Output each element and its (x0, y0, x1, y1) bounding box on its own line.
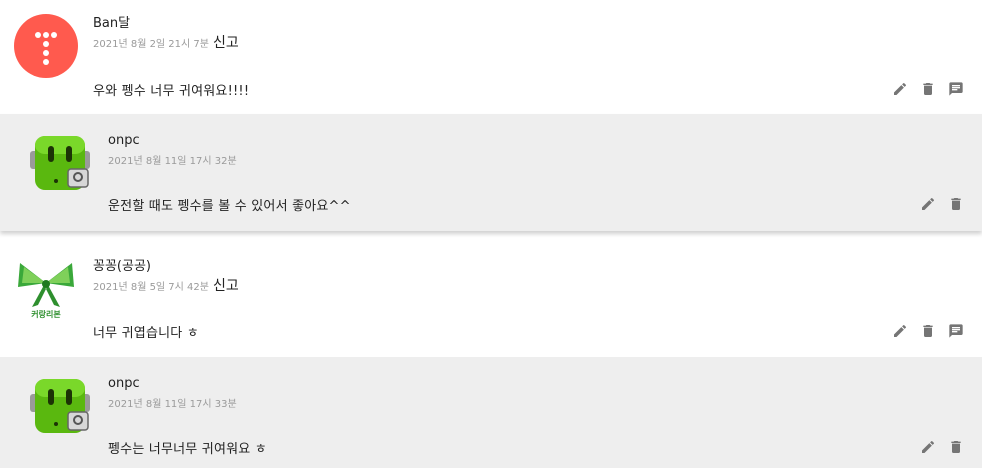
edit-icon (922, 197, 935, 210)
robot-avatar-icon (28, 374, 92, 438)
reply-author[interactable]: onpc (108, 133, 237, 149)
reply-meta: onpc 2021년 8월 11일 17시 32분 (108, 133, 237, 170)
reply-date: 2021년 8월 11일 17시 32분 (108, 156, 237, 167)
reply-icon (949, 324, 963, 338)
reply-text: 운전할 때도 펭수를 볼 수 있어서 좋아요^^ (108, 199, 351, 214)
reply-item: onpc 2021년 8월 11일 17시 32분 운전할 때도 펭수를 볼 수… (0, 114, 982, 231)
comment-meta: 꽁꽁(공공) 2021년 8월 5일 7시 42분 신고 (93, 259, 239, 296)
avatar[interactable]: 커랑리본 (14, 257, 78, 321)
reply-actions (920, 196, 964, 212)
delete-button[interactable] (948, 196, 964, 212)
reply-button[interactable] (948, 81, 964, 97)
reply-author[interactable]: onpc (108, 376, 237, 392)
comment-actions (892, 323, 964, 339)
delete-button[interactable] (920, 323, 936, 339)
reply-text: 펭수는 너무너무 귀여워요 ㅎ (108, 442, 267, 457)
edit-icon (922, 440, 935, 453)
reply-button[interactable] (948, 323, 964, 339)
reply-actions (920, 439, 964, 455)
avatar[interactable] (28, 131, 92, 195)
avatar-caption: 커랑리본 (31, 310, 61, 319)
avatar[interactable] (28, 374, 92, 438)
reply-dateline: 2021년 8월 11일 17시 33분 (108, 394, 237, 413)
comment-text: 너무 귀엽습니다 ㅎ (93, 326, 199, 341)
delete-button[interactable] (920, 81, 936, 97)
avatar-dots-icon (35, 32, 57, 65)
delete-icon (923, 83, 933, 95)
edit-button[interactable] (920, 196, 936, 212)
comment-date: 2021년 8월 5일 7시 42분 (93, 282, 209, 293)
avatar[interactable] (14, 14, 78, 78)
report-button[interactable]: 신고 (213, 35, 239, 51)
robot-avatar-icon (28, 131, 92, 195)
comment-text: 우와 펭수 너무 귀여워요!!!! (93, 84, 250, 99)
delete-icon (923, 325, 933, 337)
edit-button[interactable] (892, 81, 908, 97)
edit-icon (894, 82, 907, 95)
comment-actions (892, 81, 964, 97)
edit-button[interactable] (920, 439, 936, 455)
comment-dateline: 2021년 8월 2일 21시 7분 신고 (93, 34, 239, 53)
delete-icon (951, 441, 961, 453)
reply-meta: onpc 2021년 8월 11일 17시 33분 (108, 376, 237, 413)
reply-date: 2021년 8월 11일 17시 33분 (108, 399, 237, 410)
comment-author[interactable]: Ban달 (93, 16, 239, 32)
comment-item: 커랑리본 꽁꽁(공공) 2021년 8월 5일 7시 42분 신고 너무 귀엽습니… (0, 243, 982, 357)
reply-item: onpc 2021년 8월 11일 17시 33분 펭수는 너무너무 귀여워요 … (0, 357, 982, 468)
comment-meta: Ban달 2021년 8월 2일 21시 7분 신고 (93, 16, 239, 53)
reply-icon (949, 82, 963, 96)
edit-icon (894, 324, 907, 337)
delete-button[interactable] (948, 439, 964, 455)
comment-item: Ban달 2021년 8월 2일 21시 7분 신고 우와 펭수 너무 귀여워요!… (0, 0, 982, 114)
comment-date: 2021년 8월 2일 21시 7분 (93, 39, 209, 50)
report-button[interactable]: 신고 (213, 278, 239, 294)
comment-author[interactable]: 꽁꽁(공공) (93, 259, 239, 275)
edit-button[interactable] (892, 323, 908, 339)
delete-icon (951, 198, 961, 210)
reply-dateline: 2021년 8월 11일 17시 32분 (108, 151, 237, 170)
comment-dateline: 2021년 8월 5일 7시 42분 신고 (93, 277, 239, 296)
